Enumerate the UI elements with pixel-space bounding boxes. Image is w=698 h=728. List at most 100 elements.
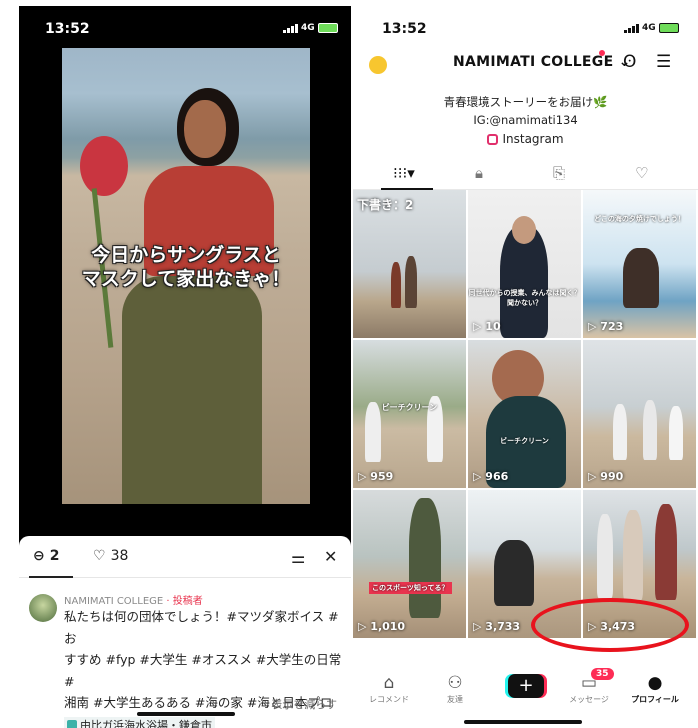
video-caption-line2: マスクして家出なきゃ！ <box>81 268 291 290</box>
view-count: ▷ 3,733 <box>473 620 521 633</box>
location-tag[interactable]: 由比ガ浜海水浴場・鎌倉市 <box>64 717 215 728</box>
tab-liked[interactable]: ♡ <box>635 164 648 182</box>
location-pin-icon <box>67 720 77 728</box>
view-count-value: 990 <box>600 470 624 483</box>
view-count: ▷ 10 <box>473 320 501 333</box>
person-face <box>184 100 226 158</box>
home-indicator <box>464 720 582 724</box>
signal-icon <box>624 24 639 33</box>
comment-line: 私たちは何の団体でしょう！#マツダ家ボイス #お <box>64 609 339 646</box>
create-button[interactable]: + <box>508 674 544 698</box>
instagram-icon <box>487 133 499 145</box>
bottom-nav: ⌂ レコメンド ⚇ 友達 + ▭ メッセージ 35 ● プロフィール <box>353 666 698 728</box>
view-count: ▷ 723 <box>588 320 624 333</box>
avatar[interactable] <box>29 594 57 622</box>
profile-icon: ● <box>647 673 663 693</box>
drafts-label: 下書き：2 <box>357 198 414 212</box>
view-count-value: 1,010 <box>370 620 406 633</box>
tab-indicator <box>29 576 73 578</box>
notification-dot <box>599 50 605 56</box>
filter-icon[interactable]: ⚌ <box>291 548 305 567</box>
figure <box>409 498 441 618</box>
profile-tabs: ⁝⁝⁝▾ 🔒︎ ⎘ ♡ <box>353 158 698 190</box>
signal-icon <box>283 24 298 33</box>
video-overlay-text: 同世代からの授業、みんなは聞く？聞かない？ <box>468 289 581 307</box>
nav-friends-label: 友達 <box>447 695 463 704</box>
nav-profile[interactable]: ● プロフィール <box>625 672 685 705</box>
creator-tools-icon[interactable]: ʘ <box>623 52 636 72</box>
figure <box>613 404 627 460</box>
likes-count: 38 <box>110 548 129 564</box>
battery-icon <box>318 23 338 33</box>
status-time: 13:52 <box>382 21 427 37</box>
grid-video[interactable]: ビーチクリーン ▷ 959 <box>353 340 466 488</box>
nav-inbox-label: メッセージ <box>569 695 609 704</box>
tab-likes[interactable]: ♡ 38 <box>93 548 128 564</box>
view-count: ▷ 966 <box>473 470 509 483</box>
profile-screen: 13:52 4G NAMIMATI COLLEGE ⌄ ʘ ☰ 青春環境ストーリ… <box>353 6 698 728</box>
face <box>512 216 536 244</box>
grid-video[interactable]: 下書き：2 <box>353 190 466 338</box>
comment-author[interactable]: NAMIMATI COLLEGE · 投稿者 <box>64 592 203 607</box>
video-grid: 下書き：2 同世代からの授業、みんなは聞く？聞かない？ ▷ 10 どこの海の夕焼… <box>353 190 698 640</box>
nav-friends[interactable]: ⚇ 友達 <box>425 672 485 705</box>
video-overlay-text: どこの海の夕焼けでしょう！ <box>594 215 685 223</box>
comment-tabs: ⊖ 2 ♡ 38 ⚌ ✕ <box>19 536 351 578</box>
bio-line2: IG:@namimati134 <box>473 113 578 127</box>
status-time: 13:52 <box>45 21 90 37</box>
bio-line1: 青春環境ストーリーをお届け🌿 <box>443 95 608 109</box>
comment-sheet: ⊖ 2 ♡ 38 ⚌ ✕ NAMIMATI COLLEGE · 投稿者 私たちは… <box>19 536 351 728</box>
view-count: ▷ 959 <box>358 470 394 483</box>
comments-count: 2 <box>49 548 60 564</box>
grid-video[interactable]: どこの海の夕焼けでしょう！ ▷ 723 <box>583 190 696 338</box>
person-pants <box>122 276 262 504</box>
video-screen: 13:52 4G 今日からサングラスと マスクして家出なきゃ！ ⊖ 2 ♡ 38… <box>19 6 351 728</box>
video-overlay-text: このスポーツ知ってる？ <box>369 582 452 594</box>
view-count-value: 959 <box>370 470 394 483</box>
nav-home[interactable]: ⌂ レコメンド <box>359 672 419 705</box>
tab-comments[interactable]: ⊖ 2 <box>33 548 59 564</box>
profile-name-button[interactable]: NAMIMATI COLLEGE ⌄ <box>453 54 631 70</box>
figure <box>391 262 401 308</box>
friends-icon: ⚇ <box>447 673 463 693</box>
video-player[interactable]: 今日からサングラスと マスクして家出なきゃ！ <box>62 48 310 504</box>
status-bar: 13:52 4G <box>19 6 351 44</box>
figure <box>655 504 677 600</box>
video-caption-line1: 今日からサングラスと <box>91 244 281 266</box>
comment-icon: ⊖ <box>33 548 45 564</box>
nav-home-label: レコメンド <box>369 695 409 704</box>
figure <box>669 406 683 460</box>
network-label: 4G <box>301 23 315 33</box>
grid-video[interactable]: 同世代からの授業、みんなは聞く？聞かない？ ▷ 10 <box>468 190 581 338</box>
view-count-value: 723 <box>600 320 624 333</box>
home-indicator <box>137 712 235 716</box>
view-count-value: 966 <box>485 470 509 483</box>
show-less-link[interactable]: 表示を減らす <box>271 696 337 712</box>
plus-icon: + <box>518 675 534 696</box>
view-count-value: 10 <box>485 320 501 333</box>
figure <box>643 400 657 460</box>
view-count: ▷ 990 <box>588 470 624 483</box>
nav-profile-label: プロフィール <box>631 695 679 704</box>
instagram-label: Instagram <box>502 132 564 146</box>
grid-video[interactable]: このスポーツ知ってる？ ▷ 1,010 <box>353 490 466 638</box>
location-label: 由比ガ浜海水浴場・鎌倉市 <box>80 719 212 728</box>
figure <box>623 248 659 308</box>
figure <box>597 514 613 598</box>
home-icon: ⌂ <box>383 673 395 693</box>
profile-name: NAMIMATI COLLEGE <box>453 54 614 70</box>
menu-icon[interactable]: ☰ <box>656 52 671 72</box>
video-overlay-text: ビーチクリーン <box>500 437 549 445</box>
tab-private[interactable]: 🔒︎ <box>475 164 483 182</box>
grid-video[interactable]: ビーチクリーン ▷ 966 <box>468 340 581 488</box>
network-label: 4G <box>642 23 656 33</box>
highlight-ellipse <box>531 598 689 652</box>
avatar-dot[interactable] <box>369 56 387 74</box>
figure <box>405 256 417 308</box>
tab-videos[interactable]: ⁝⁝⁝▾ <box>393 164 415 182</box>
close-icon[interactable]: ✕ <box>324 547 337 566</box>
instagram-link[interactable]: Instagram <box>353 132 698 146</box>
tab-reposts[interactable]: ⎘ <box>553 164 565 182</box>
view-count: ▷ 1,010 <box>358 620 406 633</box>
grid-video[interactable]: ▷ 990 <box>583 340 696 488</box>
